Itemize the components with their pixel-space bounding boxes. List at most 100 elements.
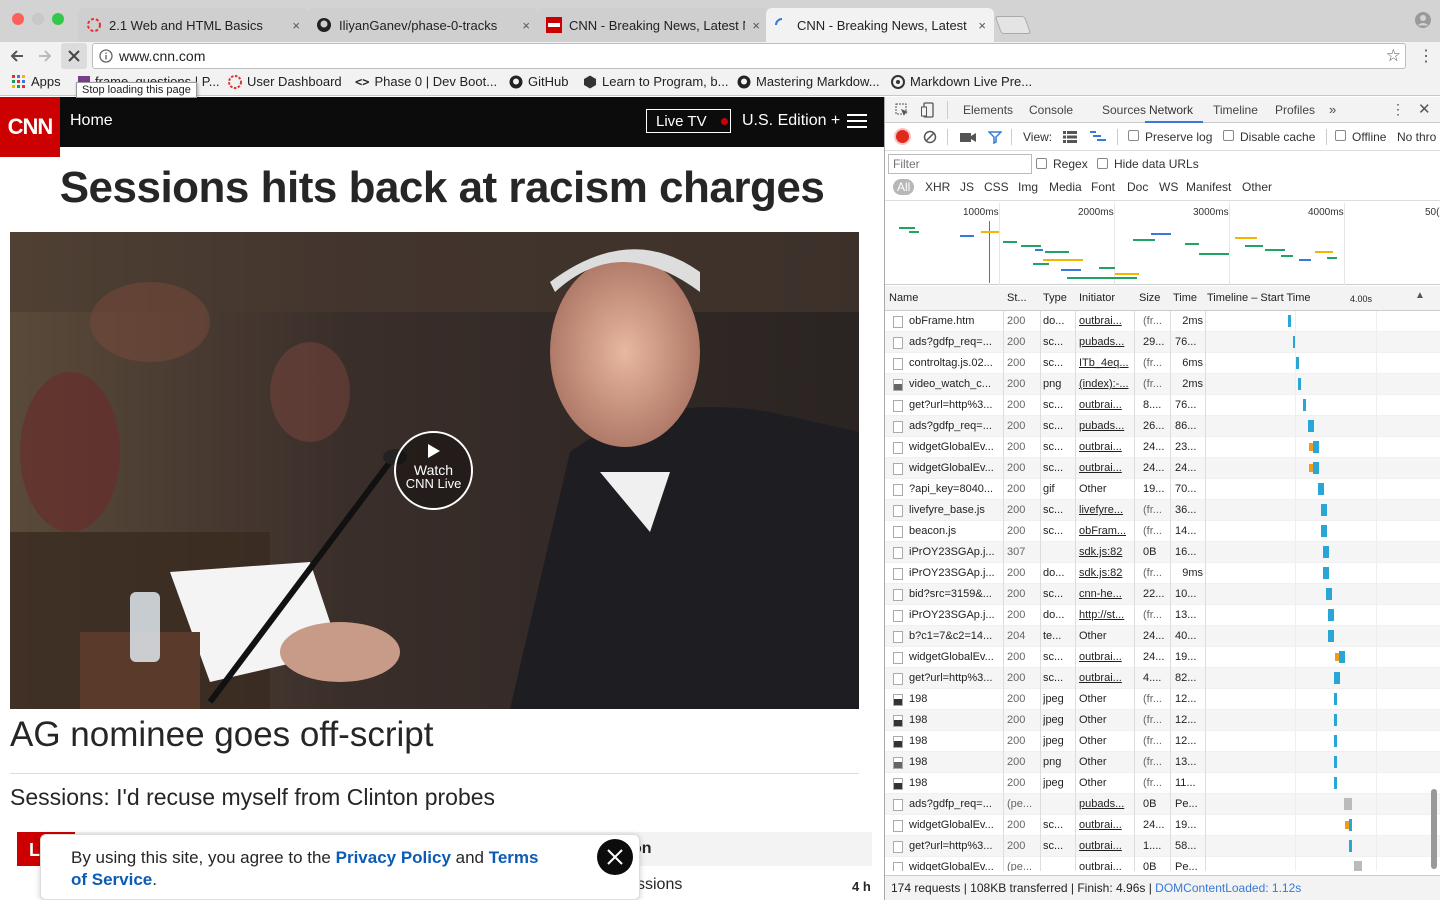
type-filter-doc[interactable]: Doc [1123, 179, 1152, 195]
request-name[interactable]: controltag.js.02... [909, 357, 1002, 369]
request-initiator[interactable]: pubads... [1079, 798, 1131, 810]
sub-headline[interactable]: AG nominee goes off-script [10, 715, 433, 755]
close-banner-button[interactable] [597, 839, 633, 875]
request-name[interactable]: 198 [909, 714, 1002, 726]
devtools-tab-profiles[interactable]: Profiles [1275, 103, 1315, 117]
bookmark-item[interactable]: <> Phase 0 | Dev Boot... [355, 74, 497, 89]
type-filter-xhr[interactable]: XHR [921, 179, 954, 195]
request-name[interactable]: 198 [909, 735, 1002, 747]
clear-icon[interactable] [923, 130, 937, 144]
waterfall-overview-icon[interactable] [1090, 131, 1106, 143]
request-initiator[interactable]: Other [1079, 630, 1131, 642]
inspect-element-icon[interactable] [895, 103, 909, 117]
type-filter-ws[interactable]: WS [1155, 179, 1182, 195]
filter-input[interactable] [888, 154, 1032, 174]
request-initiator[interactable]: Other [1079, 756, 1131, 768]
table-row[interactable]: 198 200 png Other (fr... 13... [885, 752, 1440, 773]
column-header[interactable]: Size [1139, 292, 1160, 304]
table-row[interactable]: b?c1=7&c2=14... 204 te... Other 24... 40... [885, 626, 1440, 647]
offline-checkbox[interactable] [1335, 130, 1346, 141]
request-initiator[interactable]: outbrai... [1079, 861, 1131, 871]
more-panels-icon[interactable]: » [1329, 102, 1336, 117]
screenshot-camera-icon[interactable] [960, 131, 976, 143]
forward-arrow-icon[interactable] [37, 48, 53, 64]
request-initiator[interactable]: Other [1079, 777, 1131, 789]
bookmark-apps[interactable]: Apps [12, 74, 61, 89]
bookmark-item[interactable]: Markdown Live Pre... [891, 74, 1032, 89]
table-row[interactable]: 198 200 jpeg Other (fr... 12... [885, 731, 1440, 752]
type-filter-media[interactable]: Media [1045, 179, 1086, 195]
request-initiator[interactable]: outbrai... [1079, 399, 1131, 411]
request-initiator[interactable]: Other [1079, 735, 1131, 747]
devtools-tab-sources[interactable]: Sources [1102, 103, 1146, 117]
sort-ascending-icon[interactable]: ▲ [1415, 290, 1425, 301]
type-filter-js[interactable]: JS [956, 179, 978, 195]
table-row[interactable]: widgetGlobalEv... 200 sc... outbrai... 24...… [885, 458, 1440, 479]
devtools-menu-icon[interactable]: ⋮ [1391, 101, 1405, 118]
type-filter-manifest[interactable]: Manifest [1182, 179, 1235, 195]
devtools-tab-elements[interactable]: Elements [963, 103, 1013, 117]
hide-data-urls-checkbox[interactable] [1097, 158, 1108, 169]
request-name[interactable]: widgetGlobalEv... [909, 819, 1002, 831]
request-initiator[interactable]: ITb_4eq... [1079, 357, 1131, 369]
table-row[interactable]: iPrOY23SGAp.j... 200 do... sdk.js:82 (fr... 9… [885, 563, 1440, 584]
request-name[interactable]: obFrame.htm [909, 315, 1002, 327]
request-initiator[interactable]: cnn-he... [1079, 588, 1131, 600]
type-filter-other[interactable]: Other [1238, 179, 1276, 195]
record-button[interactable] [896, 130, 909, 143]
table-row[interactable]: controltag.js.02... 200 sc... ITb_4eq... (fr… [885, 353, 1440, 374]
request-name[interactable]: video_watch_c... [909, 378, 1002, 390]
bookmark-star-icon[interactable]: ☆ [1386, 44, 1401, 68]
table-row[interactable]: get?url=http%3... 200 sc... outbrai... 4....… [885, 668, 1440, 689]
browser-tab-active[interactable]: CNN - Breaking News, Latest N × [766, 8, 994, 42]
request-initiator[interactable]: Other [1079, 693, 1131, 705]
bookmark-item[interactable]: Learn to Program, b... [583, 74, 728, 89]
table-row[interactable]: 198 200 jpeg Other (fr... 12... [885, 689, 1440, 710]
menu-kebab-icon[interactable]: ⋮ [1418, 46, 1434, 66]
nav-home-link[interactable]: Home [70, 112, 113, 130]
request-initiator[interactable]: http://st... [1079, 609, 1131, 621]
table-row[interactable]: ads?gdfp_req=... 200 sc... pubads... 29... 76… [885, 332, 1440, 353]
request-initiator[interactable]: pubads... [1079, 336, 1131, 348]
browser-tab[interactable]: CNN - Breaking News, Latest N × [538, 8, 768, 42]
table-row[interactable]: widgetGlobalEv... 200 sc... outbrai... 24...… [885, 437, 1440, 458]
request-name[interactable]: get?url=http%3... [909, 840, 1002, 852]
close-tab-icon[interactable]: × [752, 18, 760, 33]
request-initiator[interactable]: outbrai... [1079, 651, 1131, 663]
table-row[interactable]: iPrOY23SGAp.j... 307 sdk.js:82 0B 16... [885, 542, 1440, 563]
request-name[interactable]: get?url=http%3... [909, 399, 1002, 411]
minimize-window-button[interactable] [32, 13, 44, 25]
table-row[interactable]: widgetGlobalEv... 200 sc... outbrai... 24...… [885, 647, 1440, 668]
type-filter-img[interactable]: Img [1014, 179, 1042, 195]
story-link[interactable]: ssions [637, 876, 682, 894]
hero-video[interactable]: Watch CNN Live [10, 232, 859, 709]
throttling-select[interactable]: No thro [1397, 130, 1436, 144]
main-headline[interactable]: Sessions hits back at racism charges [0, 163, 884, 213]
column-header[interactable]: Timeline – Start Time [1207, 292, 1311, 304]
request-name[interactable]: ads?gdfp_req=... [909, 336, 1002, 348]
info-icon[interactable] [99, 49, 113, 63]
type-filter-css[interactable]: CSS [980, 179, 1013, 195]
table-row[interactable]: ?api_key=8040... 200 gif Other 19... 70... [885, 479, 1440, 500]
request-name[interactable]: 198 [909, 693, 1002, 705]
table-row[interactable]: iPrOY23SGAp.j... 200 do... http://st... (fr.… [885, 605, 1440, 626]
profile-icon[interactable] [1414, 11, 1432, 29]
request-name[interactable]: iPrOY23SGAp.j... [909, 546, 1002, 558]
type-filter-font[interactable]: Font [1087, 179, 1119, 195]
filter-funnel-icon[interactable] [988, 130, 1002, 144]
request-name[interactable]: widgetGlobalEv... [909, 861, 1002, 871]
request-initiator[interactable]: Other [1079, 483, 1131, 495]
request-initiator[interactable]: (index):-... [1079, 378, 1131, 390]
new-tab-button[interactable] [994, 16, 1032, 34]
table-row[interactable]: obFrame.htm 200 do... outbrai... (fr... 2ms [885, 311, 1440, 332]
column-header[interactable]: Time [1173, 292, 1197, 304]
close-tab-icon[interactable]: × [522, 18, 530, 33]
privacy-policy-link[interactable]: Privacy Policy [336, 848, 451, 867]
table-row[interactable]: bid?src=3159&... 200 sc... cnn-he... 22... 10… [885, 584, 1440, 605]
table-row[interactable]: widgetGlobalEv... (pe... outbrai... 0B Pe... [885, 857, 1440, 871]
request-name[interactable]: widgetGlobalEv... [909, 441, 1002, 453]
zoom-window-button[interactable] [52, 13, 64, 25]
hamburger-menu-icon[interactable] [847, 114, 867, 129]
request-initiator[interactable]: outbrai... [1079, 840, 1131, 852]
bookmark-item[interactable]: User Dashboard [228, 74, 342, 89]
